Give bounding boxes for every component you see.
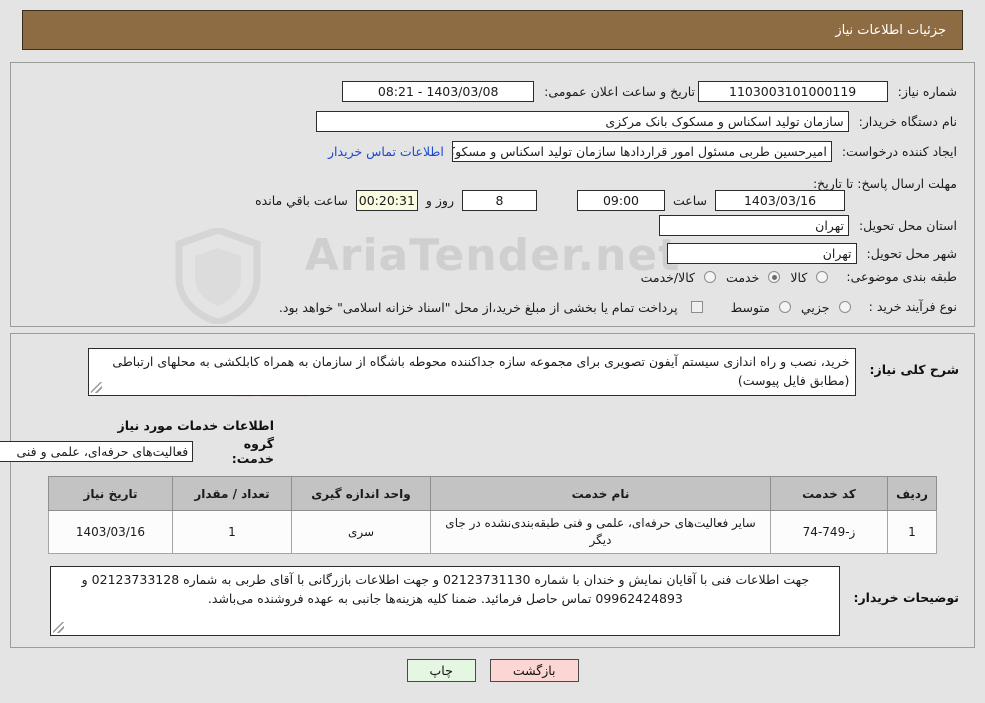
need-description-textarea[interactable]: خرید، نصب و راه اندازی سیستم آیفون تصویر… bbox=[88, 348, 857, 396]
need-number-label: شماره نیاز: bbox=[897, 83, 957, 99]
radio-jozii-icon[interactable] bbox=[838, 301, 851, 313]
radio-motevasset-icon[interactable] bbox=[779, 301, 792, 313]
need-description-label: شرح کلی نیاز: bbox=[869, 362, 959, 377]
province-label: استان محل تحویل: bbox=[858, 217, 957, 233]
field-need-description: شرح کلی نیاز: خرید، نصب و راه اندازی سیس… bbox=[88, 348, 959, 396]
treasury-bond-note: پرداخت تمام یا بخشی از مبلغ خرید،از محل … bbox=[278, 299, 678, 315]
table-row: 1 ز-749-74 سایر فعالیت‌های حرفه‌ای، علمی… bbox=[48, 510, 937, 554]
province-value[interactable]: تهران bbox=[658, 214, 849, 236]
field-city: شهر محل تحویل: تهران bbox=[666, 242, 957, 264]
footer-button-bar: بازگشت چاپ bbox=[0, 659, 985, 682]
cell-quantity: 1 bbox=[172, 510, 292, 554]
requester-label: ایجاد کننده درخواست: bbox=[841, 143, 957, 159]
treasury-bond-checkbox-group[interactable]: پرداخت تمام یا بخشی از مبلغ خرید،از محل … bbox=[279, 297, 703, 316]
cell-service-code: ز-749-74 bbox=[770, 510, 888, 554]
category-option-kala[interactable]: کالا bbox=[780, 267, 829, 286]
buyer-notes-textarea[interactable]: جهت اطلاعات فنی با آقایان نمایش و خندان … bbox=[50, 566, 841, 636]
th-unit: واحد اندازه گیری bbox=[291, 476, 431, 511]
section-heading-services: اطلاعات خدمات مورد نیاز bbox=[117, 418, 275, 433]
th-row-no: ردیف bbox=[887, 476, 937, 511]
buyer-notes-label: توضیحات خریدار: bbox=[853, 590, 959, 605]
field-need-number: شماره نیاز: 1103003101000119 bbox=[697, 80, 957, 102]
deadline-date-value[interactable]: 1403/03/16 bbox=[715, 189, 845, 211]
category-option-khedmat[interactable]: خدمت bbox=[716, 267, 781, 286]
requester-value[interactable]: امیرحسین طربی مسئول امور قراردادها سازما… bbox=[451, 140, 832, 162]
service-group-label: گروه خدمت: bbox=[231, 436, 274, 466]
service-group-value[interactable]: فعالیت‌های حرفه‌ای، علمی و فنی bbox=[0, 440, 194, 462]
field-buyer-notes: توضیحات خریدار: جهت اطلاعات فنی با آقایا… bbox=[50, 566, 959, 636]
field-province: استان محل تحویل: تهران bbox=[658, 214, 957, 236]
buyer-org-value[interactable]: سازمان تولید اسکناس و مسکوک بانک مرکزی bbox=[315, 110, 849, 132]
cell-need-date: 1403/03/16 bbox=[48, 510, 173, 554]
deadline-days-value[interactable]: 8 bbox=[461, 189, 537, 211]
purchase-option-jozii[interactable]: جزیي bbox=[791, 297, 851, 316]
city-value[interactable]: تهران bbox=[666, 242, 857, 264]
table-header-row: ردیف کد خدمت نام خدمت واحد اندازه گیری ت… bbox=[48, 476, 937, 511]
radio-kala-icon[interactable] bbox=[816, 271, 829, 283]
page-header-bar: جزئیات اطلاعات نیاز bbox=[22, 10, 963, 50]
deadline-remaining-label: ساعت باقي مانده bbox=[255, 192, 348, 208]
city-label: شهر محل تحویل: bbox=[866, 245, 957, 261]
purchase-type-label: نوع فرآیند خرید : bbox=[868, 298, 957, 314]
page-title: جزئیات اطلاعات نیاز bbox=[835, 22, 946, 38]
field-purchase-type: نوع فرآیند خرید : جزیي متوسط پرداخت تمام… bbox=[279, 295, 957, 317]
deadline-days-label: روز و bbox=[425, 192, 454, 208]
buyer-contact-link[interactable]: اطلاعات تماس خریدار bbox=[328, 144, 444, 159]
announce-datetime-label: تاریخ و ساعت اعلان عمومی: bbox=[544, 83, 695, 99]
cell-row-no: 1 bbox=[887, 510, 937, 554]
back-button[interactable]: بازگشت bbox=[489, 659, 579, 682]
field-service-group: گروه خدمت: فعالیت‌های حرفه‌ای، علمی و فن… bbox=[0, 436, 274, 466]
deadline-time-label: ساعت bbox=[672, 192, 707, 208]
field-requester: ایجاد کننده درخواست: امیرحسین طربی مسئول… bbox=[328, 140, 957, 162]
category-label: طبقه بندی موضوعی: bbox=[846, 268, 957, 284]
cell-unit: سری bbox=[291, 510, 431, 554]
radio-khedmat-icon[interactable] bbox=[768, 271, 781, 283]
need-number-value[interactable]: 1103003101000119 bbox=[697, 80, 888, 102]
treasury-bond-checkbox-icon[interactable] bbox=[690, 301, 703, 313]
field-announce-datetime: تاریخ و ساعت اعلان عمومی: 1403/03/08 - 0… bbox=[342, 80, 695, 102]
services-table: ردیف کد خدمت نام خدمت واحد اندازه گیری ت… bbox=[48, 476, 937, 554]
field-category: طبقه بندی موضوعی: کالا خدمت کالا/خدمت bbox=[631, 265, 957, 287]
radio-kala-khedmat-icon[interactable] bbox=[704, 271, 717, 283]
category-option-kala-khedmat[interactable]: کالا/خدمت bbox=[631, 267, 717, 286]
buyer-org-label: نام دستگاه خریدار: bbox=[858, 113, 957, 129]
print-button[interactable]: چاپ bbox=[406, 659, 476, 682]
th-service-name: نام خدمت bbox=[430, 476, 771, 511]
deadline-countdown-timer: 00:20:31 bbox=[355, 189, 418, 211]
purchase-option-motevasset[interactable]: متوسط bbox=[721, 297, 792, 316]
deadline-controls: 1403/03/16 ساعت 09:00 8 روز و 00:20:31 س… bbox=[255, 189, 845, 211]
field-buyer-org: نام دستگاه خریدار: سازمان تولید اسکناس و… bbox=[315, 110, 957, 132]
th-quantity: تعداد / مقدار bbox=[172, 476, 292, 511]
th-need-date: تاریخ نیاز bbox=[48, 476, 173, 511]
announce-datetime-value[interactable]: 1403/03/08 - 08:21 bbox=[342, 80, 535, 102]
deadline-time-value[interactable]: 09:00 bbox=[576, 189, 665, 211]
th-service-code: کد خدمت bbox=[770, 476, 888, 511]
cell-service-name: سایر فعالیت‌های حرفه‌ای، علمی و فنی طبقه… bbox=[430, 510, 771, 554]
